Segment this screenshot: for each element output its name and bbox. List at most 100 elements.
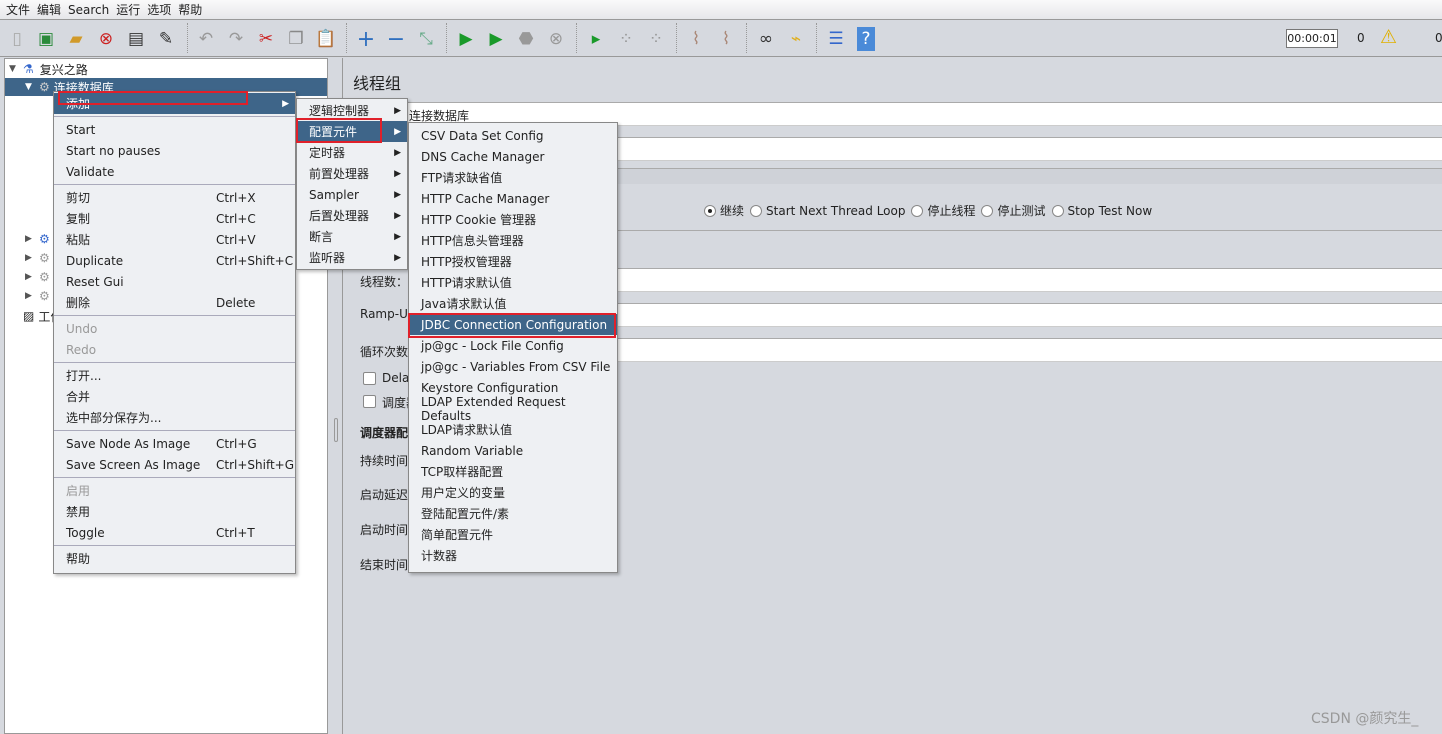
tree-node-root[interactable]: ▼ ⚗ 复兴之路 — [5, 60, 327, 78]
add-submenu-item[interactable]: 后置处理器 ▶ — [297, 205, 407, 226]
context-menu-item[interactable]: Start no pauses — [54, 140, 295, 161]
add-submenu-item[interactable]: 定时器 ▶ — [297, 142, 407, 163]
splitter-handle[interactable] — [334, 418, 338, 442]
menu-file[interactable]: 文件 — [6, 1, 30, 18]
context-menu-item[interactable]: Start — [54, 119, 295, 140]
menu-options[interactable]: 选项 — [147, 1, 171, 18]
undo-icon[interactable]: ↶ — [194, 27, 218, 51]
collapse-icon[interactable]: − — [384, 27, 408, 52]
save-as-icon[interactable]: ✎ — [154, 27, 178, 51]
menu-edit[interactable]: 编辑 — [37, 1, 61, 18]
menu-separator — [54, 545, 295, 546]
add-submenu-item[interactable]: 监听器 ▶ — [297, 247, 407, 268]
radio-stop-test[interactable] — [981, 204, 994, 217]
expand-icon[interactable]: + — [354, 27, 378, 52]
search-icon[interactable]: ∞ — [754, 27, 778, 51]
copy-icon[interactable]: ❐ — [284, 27, 308, 51]
config-submenu-item[interactable]: jp@gc - Lock File Config — [409, 335, 617, 356]
remote-stop-icon[interactable]: ⁘ — [614, 27, 638, 51]
watermark: CSDN @颜究生_ — [1311, 711, 1419, 727]
help-icon[interactable]: ? — [857, 27, 875, 51]
menu-item-label: jp@gc - Lock File Config — [421, 338, 564, 353]
templates-icon[interactable]: ▣ — [34, 27, 58, 51]
menu-item-label: 删除 — [66, 296, 91, 310]
context-menu-item[interactable]: 帮助 — [54, 548, 295, 569]
context-menu-item[interactable]: 选中部分保存为... — [54, 407, 295, 428]
context-menu-item[interactable]: Save Node As Image Ctrl+G — [54, 433, 295, 454]
toggle-icon[interactable]: ⤡ — [414, 27, 438, 51]
context-menu-item[interactable]: Validate — [54, 161, 295, 182]
config-submenu-item[interactable]: DNS Cache Manager — [409, 146, 617, 167]
loop-input[interactable] — [613, 338, 1442, 362]
start-icon[interactable]: ▶ — [454, 27, 478, 51]
context-menu-item[interactable]: 打开... — [54, 365, 295, 386]
new-icon[interactable]: ▯ — [5, 27, 29, 51]
context-menu-item[interactable]: Reset Gui — [54, 271, 295, 292]
context-menu-item[interactable]: 删除 Delete — [54, 292, 295, 313]
save-icon[interactable]: ▤ — [124, 27, 148, 51]
menu-item-label: 前置处理器 — [309, 167, 370, 181]
warning-icon[interactable]: ⚠ — [1380, 26, 1397, 48]
paste-icon[interactable]: 📋 — [314, 27, 338, 51]
context-menu-item[interactable]: Undo — [54, 318, 295, 339]
context-menu-item[interactable]: 启用 — [54, 480, 295, 501]
context-menu-item[interactable]: 剪切 Ctrl+X — [54, 187, 295, 208]
radio-stop-thread[interactable] — [911, 204, 924, 217]
menu-help[interactable]: 帮助 — [178, 1, 202, 18]
radio-stop-test-now[interactable] — [1051, 204, 1064, 217]
threads-input[interactable] — [613, 268, 1442, 292]
shutdown-icon[interactable]: ⊗ — [544, 27, 568, 51]
config-submenu-item[interactable]: HTTP信息头管理器 — [409, 230, 617, 251]
config-submenu-item[interactable]: LDAP请求默认值 — [409, 419, 617, 440]
radio-continue[interactable] — [704, 204, 716, 217]
redo-icon[interactable]: ↷ — [224, 27, 248, 51]
menu-item-label: DNS Cache Manager — [421, 149, 545, 164]
add-submenu-item[interactable]: 前置处理器 ▶ — [297, 163, 407, 184]
open-icon[interactable]: ▰ — [64, 27, 88, 51]
clear-icon[interactable]: ⌇ — [684, 27, 708, 51]
config-submenu-item[interactable]: HTTP请求默认值 — [409, 272, 617, 293]
close-icon[interactable]: ⊗ — [94, 27, 118, 51]
add-submenu-item[interactable]: 断言 ▶ — [297, 226, 407, 247]
config-submenu-item[interactable]: HTTP Cache Manager — [409, 188, 617, 209]
context-menu-item[interactable]: Duplicate Ctrl+Shift+C — [54, 250, 295, 271]
config-submenu-item[interactable]: HTTP授权管理器 — [409, 251, 617, 272]
context-menu-item[interactable]: Toggle Ctrl+T — [54, 522, 295, 543]
config-submenu-item[interactable]: Java请求默认值 — [409, 293, 617, 314]
stop-icon[interactable]: ⬣ — [514, 27, 538, 51]
config-submenu-item[interactable]: LDAP Extended Request Defaults — [409, 395, 617, 423]
radio-start-next-loop[interactable] — [750, 204, 763, 217]
config-submenu-item[interactable]: jp@gc - Variables From CSV File — [409, 356, 617, 377]
menu-search[interactable]: Search — [68, 3, 109, 17]
function-helper-icon[interactable]: ☰ — [824, 27, 848, 51]
start-no-pause-icon[interactable]: ▶ — [484, 27, 508, 51]
context-menu-item[interactable]: 合并 — [54, 386, 295, 407]
config-submenu-item[interactable]: CSV Data Set Config — [409, 125, 617, 146]
context-menu-item[interactable]: Redo — [54, 339, 295, 360]
menu-item-label: Redo — [66, 342, 97, 357]
add-submenu-item[interactable]: Sampler ▶ — [297, 184, 407, 205]
menu-item-label: LDAP请求默认值 — [421, 423, 513, 437]
config-submenu-item[interactable]: FTP请求缺省值 — [409, 167, 617, 188]
menu-item-label: HTTP信息头管理器 — [421, 234, 524, 248]
delay-checkbox[interactable] — [363, 372, 376, 385]
scheduler-checkbox[interactable] — [363, 395, 376, 408]
rampup-input[interactable] — [613, 303, 1442, 327]
config-submenu-item[interactable]: Random Variable — [409, 440, 617, 461]
config-submenu-item[interactable]: 用户定义的变量 — [409, 482, 617, 503]
config-submenu-item[interactable]: 简单配置元件 — [409, 524, 617, 545]
context-menu-item[interactable]: 复制 Ctrl+C — [54, 208, 295, 229]
menu-run[interactable]: 运行 — [116, 1, 140, 18]
cut-icon[interactable]: ✂ — [254, 27, 278, 51]
context-menu-item[interactable]: Save Screen As Image Ctrl+Shift+G — [54, 454, 295, 475]
clear-all-icon[interactable]: ⌇ — [714, 27, 738, 51]
config-submenu-item[interactable]: HTTP Cookie 管理器 — [409, 209, 617, 230]
remote-exit-icon[interactable]: ⁘ — [644, 27, 668, 51]
remote-start-icon[interactable]: ▸ — [584, 27, 608, 51]
context-menu-item[interactable]: 禁用 — [54, 501, 295, 522]
reset-search-icon[interactable]: ⌁ — [784, 27, 808, 51]
config-submenu-item[interactable]: 登陆配置元件/素 — [409, 503, 617, 524]
config-submenu-item[interactable]: TCP取样器配置 — [409, 461, 617, 482]
config-submenu-item[interactable]: 计数器 — [409, 545, 617, 566]
context-menu-item[interactable]: 粘贴 Ctrl+V — [54, 229, 295, 250]
